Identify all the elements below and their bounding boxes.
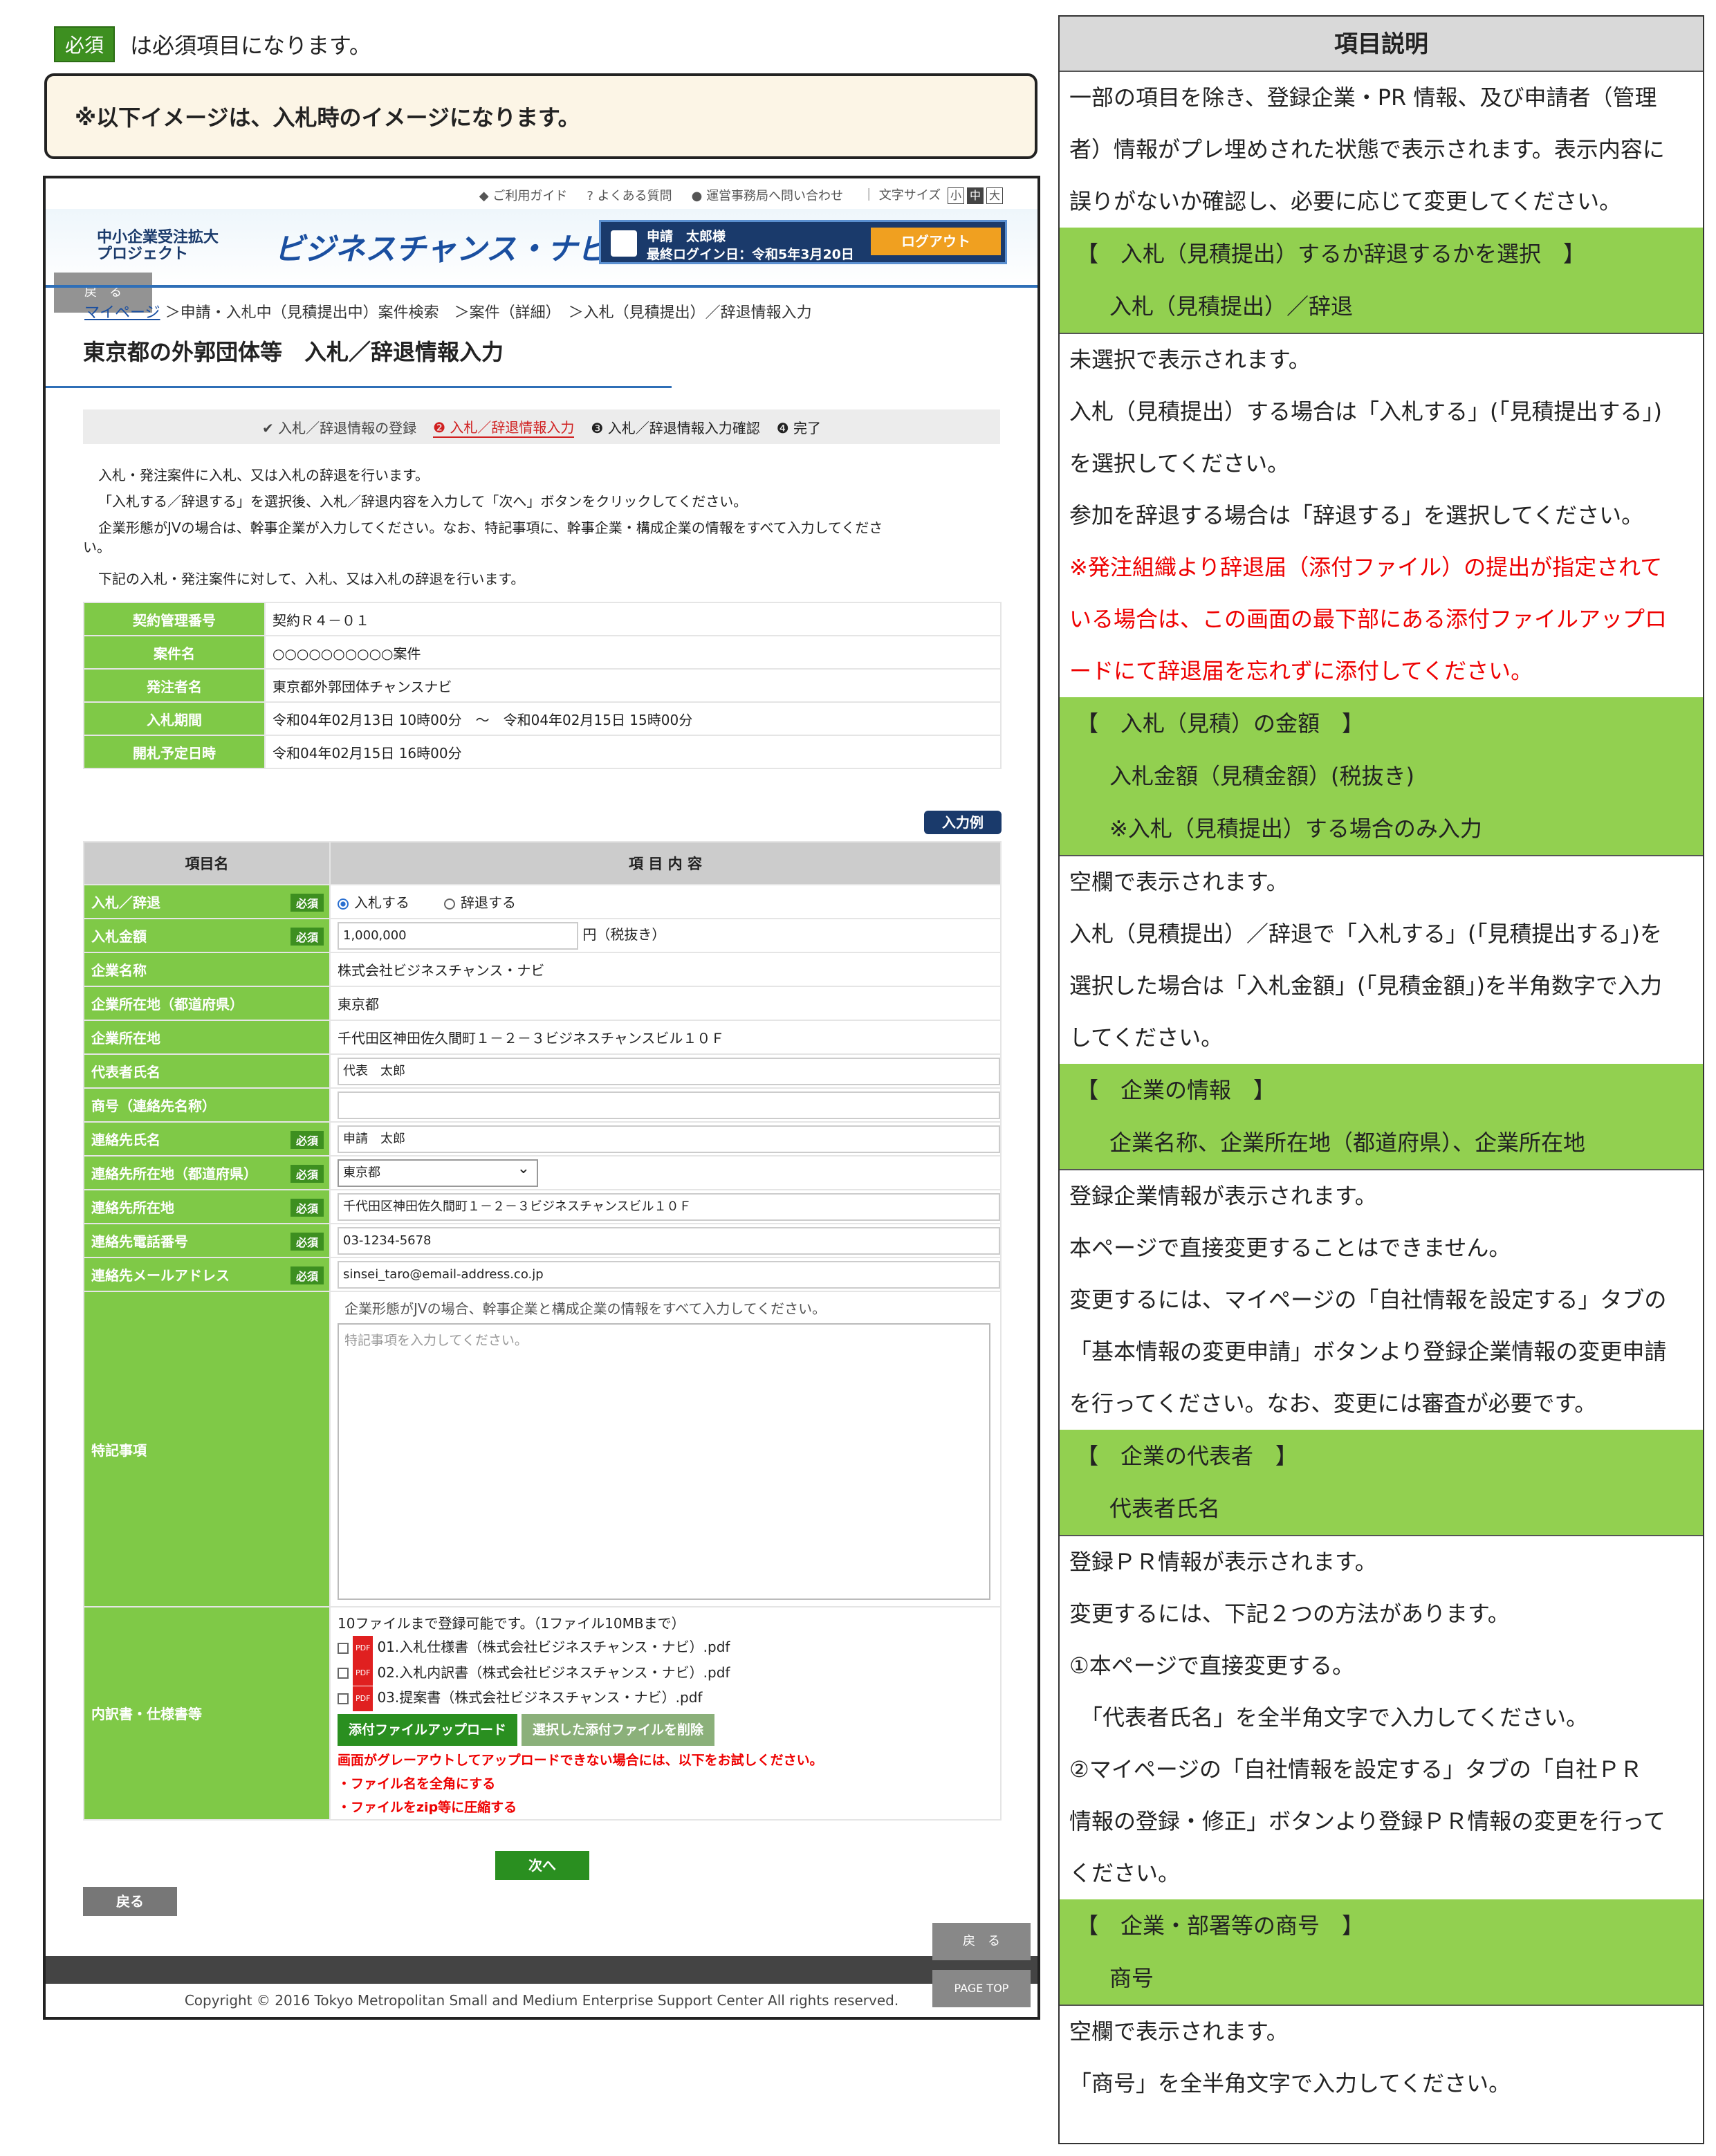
radio-icon[interactable] [338, 898, 349, 910]
user-icon [611, 230, 637, 257]
step-2-active: ❷ 入札／辞退情報入力 [433, 416, 575, 438]
font-size-small[interactable]: 小 [948, 187, 964, 204]
title-underline [46, 386, 672, 388]
trade-name-input[interactable] [338, 1091, 1000, 1119]
brand-logo[interactable]: ビジネスチャンス・ナビ [274, 224, 608, 268]
contact-tel-input[interactable]: 03-1234-5678 [338, 1226, 1000, 1255]
amount-input[interactable]: 1,000,000 [338, 921, 578, 950]
decline-radio[interactable]: 辞退する [444, 894, 516, 911]
file-item[interactable]: PDF 02.入札内訳書（株式会社ビジネスチャンス・ナビ）.pdf [338, 1661, 1000, 1686]
font-size-control: ｜ 文字サイズ 小中大 [862, 185, 1003, 204]
explanation-panel: 項目説明 一部の項目を除き、登録企業・PR 情報、及び申請者（管理 者）情報がプレ… [1058, 15, 1704, 2144]
footer-back-button[interactable]: 戻 る [932, 1923, 1031, 1960]
font-size-large[interactable]: 大 [986, 187, 1003, 204]
case-info-table: 契約管理番号 契約Ｒ４－０１ 案件名 ○○○○○○○○○○案件 発注者名 東京都外郭団… [83, 602, 1002, 769]
contact-address-input[interactable]: 千代田区神田佐久間町１－２－３ビジネスチャンスビル１０Ｆ [338, 1192, 1000, 1221]
company-address: 千代田区神田佐久間町１－２－３ビジネスチャンスビル１０Ｆ [329, 1020, 1002, 1055]
breadcrumb: マイページ ＞申請・入札中（見積提出中）案件検索 ＞案件（詳細） ＞入札（見積提… [84, 304, 812, 322]
logout-button[interactable]: ログアウト [871, 228, 1001, 255]
required-badge: 必須 [54, 26, 116, 62]
site-header: 中小企業受注拡大 プロジェクト ビジネスチャンス・ナビ 申請 太郎様 最終ログイン… [46, 209, 1037, 313]
company-name: 株式会社ビジネスチャンス・ナビ [329, 952, 1002, 987]
file-item[interactable]: PDF 01.入札仕様書（株式会社ビジネスチャンス・ナビ）.pdf [338, 1635, 1000, 1661]
last-login: 最終ログイン日：令和5年3月20日 [647, 247, 854, 262]
checkbox-icon[interactable] [338, 1693, 349, 1704]
page-title: 東京都の外郭団体等 入札／辞退情報入力 [83, 339, 504, 365]
font-size-medium[interactable]: 中 [967, 187, 984, 204]
required-badge: 必須 [290, 894, 324, 912]
user-box: 申請 太郎様 最終ログイン日：令和5年3月20日 ログアウト [599, 220, 1007, 264]
section-representative-header: 【 企業の代表者 】 [1060, 1430, 1703, 1482]
guide-link[interactable]: ◆ ご利用ガイド [479, 186, 568, 204]
intro-text: 入札・発注案件に入札、又は入札の辞退を行います。 「入札する／辞退する」を選択後… [83, 467, 883, 587]
next-button[interactable]: 次へ [495, 1851, 589, 1880]
delete-file-button[interactable]: 選択した添付ファイルを削除 [522, 1713, 715, 1746]
entry-form-table: 項目名項 目 内 容 入札／辞退 必須 入札する 辞退する 入札金額 必須 1,000… [83, 841, 1002, 1821]
step-indicator: ✔ 入札／辞退情報の登録 ❷ 入札／辞退情報入力 ❸ 入札／辞退情報入力確認 ❹… [83, 409, 1000, 444]
pdf-icon: PDF [353, 1686, 373, 1711]
contact-email-input[interactable]: sinsei_taro@email-address.co.jp [338, 1260, 1000, 1289]
breadcrumb-mypage[interactable]: マイページ [84, 304, 160, 322]
legend: 必須 は必須項目になります。 [54, 26, 371, 62]
contact-link[interactable]: ● 運営事務局へ問い合わせ [692, 186, 843, 204]
footer-bar [46, 1956, 1037, 1984]
utility-bar: ◆ ご利用ガイド ? よくある質問 ● 運営事務局へ問い合わせ ｜ 文字サイズ … [479, 185, 1003, 204]
project-logo[interactable]: 中小企業受注拡大 プロジェクト [97, 230, 219, 263]
copyright: Copyright © 2016 Tokyo Metropolitan Smal… [184, 1992, 899, 2009]
example-button[interactable]: 入力例 [924, 811, 1002, 834]
section-trade-name-header: 【 企業・部署等の商号 】 [1060, 1899, 1703, 1952]
checkbox-icon[interactable] [338, 1642, 349, 1654]
section-company-header: 【 企業の情報 】 [1060, 1064, 1703, 1116]
section-amount-header: 【 入札（見積）の金額 】 [1060, 697, 1703, 750]
upload-button[interactable]: 添付ファイルアップロード [338, 1713, 518, 1746]
header-divider [46, 285, 1037, 288]
file-item[interactable]: PDF 03.提案書（株式会社ビジネスチャンス・ナビ）.pdf [338, 1686, 1000, 1711]
faq-link[interactable]: ? よくある質問 [587, 186, 672, 204]
step-1: ✔ 入札／辞退情報の登録 [261, 419, 417, 436]
pdf-icon: PDF [353, 1635, 373, 1661]
page-root: 必須 は必須項目になります。 ※以下イメージは、入札時のイメージになります。 ◆… [0, 0, 1716, 2156]
representative-input[interactable]: 代表 太郎 [338, 1057, 1000, 1085]
checkbox-icon[interactable] [338, 1668, 349, 1679]
screenshot-frame: ◆ ご利用ガイド ? よくある質問 ● 運営事務局へ問い合わせ ｜ 文字サイズ … [43, 176, 1040, 2020]
image-note: ※以下イメージは、入札時のイメージになります。 [44, 73, 1037, 159]
bid-radio[interactable]: 入札する [338, 894, 409, 911]
pdf-icon: PDF [353, 1661, 373, 1686]
contact-prefecture-select[interactable]: 東京都 [338, 1157, 538, 1187]
notes-textarea[interactable]: 特記事項を入力してください。 [338, 1323, 990, 1600]
radio-icon[interactable] [444, 898, 455, 910]
company-prefecture: 東京都 [329, 986, 1002, 1021]
step-4: ❹ 完了 [776, 419, 821, 436]
back-button[interactable]: 戻る [83, 1887, 177, 1916]
user-name: 申請 太郎様 [647, 229, 726, 244]
section-bid-header: 【 入札（見積提出）するか辞退するかを選択 】 [1060, 228, 1703, 280]
step-3: ❸ 入札／辞退情報入力確認 [591, 419, 760, 436]
contact-name-input[interactable]: 申請 太郎 [338, 1125, 1000, 1153]
legend-text: は必須項目になります。 [130, 33, 371, 59]
explanation-title: 項目説明 [1060, 17, 1703, 72]
